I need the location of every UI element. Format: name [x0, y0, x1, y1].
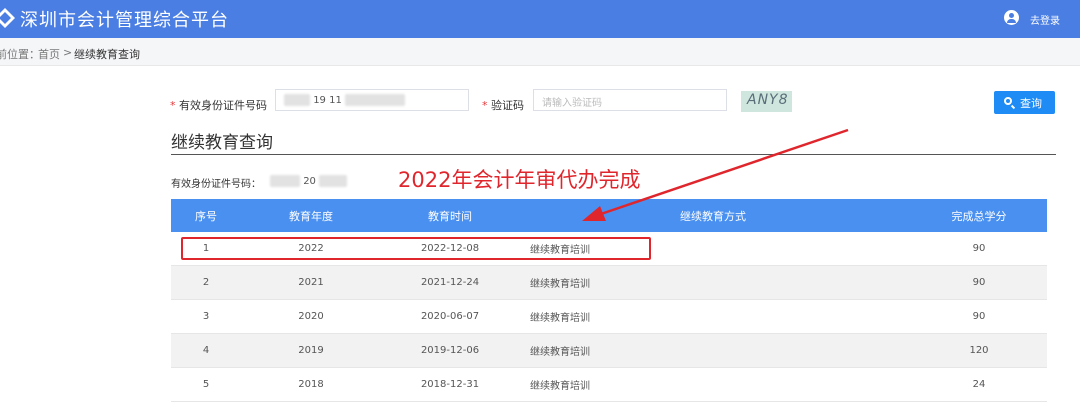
cell-method: 继续教育培训 — [530, 313, 590, 324]
site-title: 深圳市会计管理综合平台 — [20, 10, 229, 31]
annotation-text: 2022年会计年审代办完成 — [398, 168, 641, 192]
id-number-input[interactable]: 19 11 — [275, 89, 469, 111]
cell-no: 5 — [202, 379, 210, 390]
masked-segment — [284, 94, 310, 106]
breadcrumb: 前位置： 首页 > 继续教育查询 — [0, 38, 1080, 66]
header-cell-year: 教育年度 — [289, 209, 333, 223]
required-mark: * — [482, 99, 488, 112]
table-row: 2 2021 2021-12-24 继续教育培训 90 — [171, 266, 1047, 300]
id-line-label: 有效身份证件号码： — [171, 179, 261, 190]
captcha-input[interactable]: 请输入验证码 — [533, 89, 727, 111]
cell-date: 2019-12-06 — [420, 345, 480, 356]
section-divider — [171, 154, 1056, 155]
masked-segment — [319, 175, 348, 187]
required-mark: * — [170, 99, 176, 112]
captcha-text: ANY8 — [747, 92, 789, 108]
breadcrumb-prefix: 前位置： — [0, 48, 40, 61]
cell-credits: 90 — [972, 243, 986, 254]
top-bar: 深圳市会计管理综合平台 去登录 — [0, 0, 1080, 38]
cell-date: 2018-12-31 — [420, 379, 480, 390]
masked-segment — [270, 175, 300, 187]
platform-logo-icon — [0, 8, 15, 28]
cell-no: 2 — [202, 277, 210, 288]
cell-year: 2020 — [298, 311, 324, 322]
highlight-box — [181, 237, 651, 260]
search-button-label: 查询 — [1020, 97, 1042, 110]
id-line-value: 20 — [270, 175, 348, 187]
cell-year: 2018 — [298, 379, 324, 390]
masked-segment — [345, 94, 406, 106]
table-header: 序号 教育年度 教育时间 继续教育方式 完成总学分 — [171, 199, 1047, 232]
header-cell-no: 序号 — [195, 209, 217, 223]
cell-credits: 90 — [972, 277, 986, 288]
cell-year: 2021 — [298, 277, 324, 288]
user-icon[interactable] — [1004, 10, 1019, 25]
id-line-number: 20 — [303, 176, 316, 187]
search-icon — [1004, 97, 1012, 105]
search-button[interactable]: 查询 — [994, 91, 1055, 114]
breadcrumb-home-link[interactable]: 首页 — [38, 46, 60, 62]
header-cell-credits: 完成总学分 — [951, 209, 1007, 223]
cell-credits: 90 — [972, 311, 986, 322]
section-title: 继续教育查询 — [171, 133, 273, 153]
header-cell-date: 教育时间 — [428, 209, 472, 223]
captcha-image[interactable]: ANY8 — [741, 91, 792, 112]
breadcrumb-separator: > — [63, 46, 73, 59]
cell-method: 继续教育培训 — [530, 381, 590, 392]
cell-method: 继续教育培训 — [530, 279, 590, 290]
header-cell-method: 继续教育方式 — [680, 209, 746, 223]
table-row: 5 2018 2018-12-31 继续教育培训 24 — [171, 368, 1047, 402]
id-number-value: 19 11 — [313, 95, 342, 106]
cell-date: 2020-06-07 — [420, 311, 480, 322]
cell-credits: 120 — [969, 345, 989, 356]
table-row: 4 2019 2019-12-06 继续教育培训 120 — [171, 334, 1047, 368]
breadcrumb-current: 继续教育查询 — [74, 48, 140, 61]
cell-date: 2021-12-24 — [420, 277, 480, 288]
cell-no: 4 — [202, 345, 210, 356]
cell-year: 2019 — [298, 345, 324, 356]
cell-method: 继续教育培训 — [530, 347, 590, 358]
cell-credits: 24 — [972, 379, 986, 390]
id-number-label: * 有效身份证件号码 — [170, 97, 267, 113]
login-link[interactable]: 去登录 — [1030, 12, 1060, 27]
captcha-label: * 验证码 — [482, 97, 524, 113]
captcha-label-text: 验证码 — [491, 99, 524, 112]
education-table: 序号 教育年度 教育时间 继续教育方式 完成总学分 1 2022 2022-12… — [171, 199, 1047, 402]
cell-no: 3 — [202, 311, 210, 322]
table-row: 3 2020 2020-06-07 继续教育培训 90 — [171, 300, 1047, 334]
id-number-label-text: 有效身份证件号码 — [179, 99, 267, 112]
